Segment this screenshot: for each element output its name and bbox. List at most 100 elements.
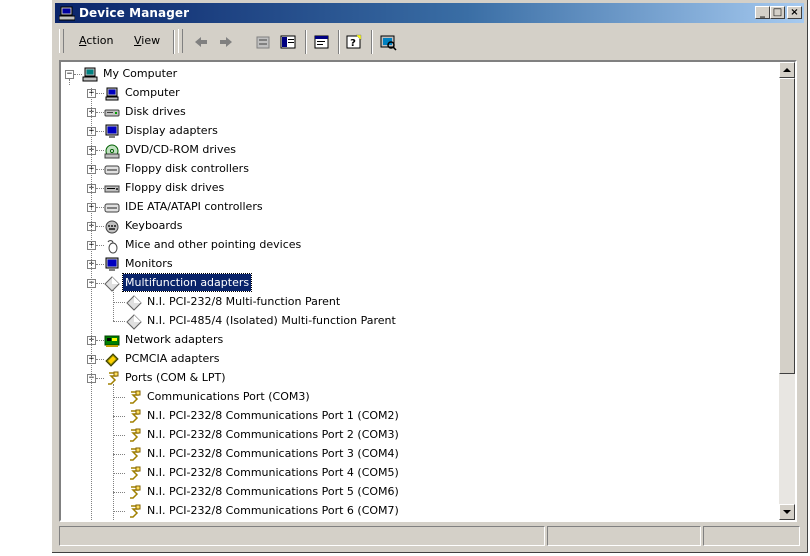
tree-node-category[interactable]: + Disk drives (61, 103, 779, 122)
menu-view[interactable]: View (134, 34, 160, 47)
tree-node-label: Disk drives (125, 105, 186, 118)
back-arrow-icon[interactable] (192, 33, 210, 51)
diamond-icon (126, 314, 142, 330)
tree-node-label: My Computer (103, 67, 178, 80)
tree-node-category[interactable]: + Keyboards (61, 217, 779, 236)
cdrom-icon (104, 144, 120, 159)
diamond-icon (126, 295, 142, 311)
tree-connector (113, 384, 114, 520)
diamond-icon (104, 276, 120, 292)
tree-node-category[interactable]: + Floppy disk controllers (61, 160, 779, 179)
tree-connector (96, 150, 104, 151)
tree-node-device[interactable]: Communications Port (COM3) (61, 388, 779, 407)
close-button[interactable]: × (787, 6, 802, 19)
status-bar (59, 526, 800, 546)
device-tree: − My Computer + Computer + Disk drives + Displa… (61, 62, 779, 520)
tree-connector (74, 74, 82, 75)
device-tree-pane: − My Computer + Computer + Disk drives + Displa… (59, 60, 797, 522)
tree-node-label: N.I. PCI-232/8 Communications Port 6 (CO… (147, 504, 399, 517)
tree-node-category[interactable]: + Computer (61, 84, 779, 103)
menu-view-label: iew (141, 34, 161, 47)
scroll-up-button[interactable] (779, 62, 795, 78)
tree-connector (96, 131, 104, 132)
toolbar: Action View ? (55, 25, 804, 57)
scroll-thumb[interactable] (779, 78, 795, 374)
tree-node-label: Mice and other pointing devices (125, 238, 302, 251)
menu-action-label: ction (86, 34, 114, 47)
selected-node-label: Multifunction adapters (121, 273, 253, 292)
collapse-icon[interactable]: − (65, 70, 74, 79)
port-icon (108, 371, 119, 385)
tree-connector (113, 289, 114, 321)
toolbar-separator (371, 30, 373, 54)
show-hide-console-tree-icon[interactable] (279, 33, 297, 51)
scroll-down-button[interactable] (779, 504, 795, 520)
tree-node-label: N.I. PCI-232/8 Multi-function Parent (147, 295, 341, 308)
tree-connector (113, 302, 125, 303)
window-title: Device Manager (79, 6, 190, 20)
properties-icon[interactable] (313, 33, 331, 51)
title-bar[interactable]: Device Manager _ □ × (55, 3, 804, 23)
port-icon (130, 466, 141, 480)
tree-node-device[interactable]: N.I. PCI-232/8 Communications Port 4 (CO… (61, 464, 779, 483)
tree-connector (91, 88, 92, 520)
toolbar-separator (173, 30, 175, 54)
tree-connector (113, 473, 125, 474)
tree-node-device[interactable]: N.I. PCI-232/8 Multi-function Parent (61, 293, 779, 312)
toolbar-grip[interactable] (59, 29, 64, 53)
tree-node-label: DVD/CD-ROM drives (125, 143, 236, 156)
svg-text:?: ? (350, 38, 356, 49)
tree-node-device[interactable]: N.I. PCI-485/4 (Isolated) Multi-function… (61, 312, 779, 331)
my-computer-icon (82, 67, 98, 82)
help-icon[interactable]: ? (345, 33, 363, 51)
port-icon (130, 409, 141, 423)
tree-node-label: Display adapters (125, 124, 218, 137)
scan-hardware-changes-icon[interactable] (379, 33, 397, 51)
tree-connector (96, 245, 104, 246)
monitor-icon (105, 257, 119, 271)
tree-connector (69, 79, 70, 85)
tree-node-category[interactable]: + Display adapters (61, 122, 779, 141)
tree-connector (113, 511, 125, 512)
tree-node-label: N.I. PCI-232/8 Communications Port 3 (CO… (147, 447, 399, 460)
tree-connector (96, 188, 104, 189)
tree-node-category[interactable]: + DVD/CD-ROM drives (61, 141, 779, 160)
tree-connector (96, 112, 104, 113)
monitor-icon (105, 124, 119, 138)
controller-icon (104, 165, 120, 175)
tree-node-category[interactable]: + PCMCIA adapters (61, 350, 779, 369)
tree-node-category[interactable]: + Monitors (61, 255, 779, 274)
toolbar-grip[interactable] (178, 29, 183, 53)
tree-node-label: N.I. PCI-232/8 Communications Port 5 (CO… (147, 485, 399, 498)
tree-node-category[interactable]: + Floppy disk drives (61, 179, 779, 198)
vertical-scrollbar[interactable] (779, 62, 795, 520)
close-icon: × (790, 7, 799, 18)
menu-action[interactable]: Action (79, 34, 113, 47)
tree-node-device[interactable]: N.I. PCI-232/8 Communications Port 2 (CO… (61, 426, 779, 445)
tree-node-device[interactable]: N.I. PCI-232/8 Communications Port 3 (CO… (61, 445, 779, 464)
tree-node-device[interactable]: N.I. PCI-232/8 Communications Port 5 (CO… (61, 483, 779, 502)
tree-node-label: N.I. PCI-485/4 (Isolated) Multi-function… (147, 314, 396, 327)
tree-node-ports[interactable]: − Ports (COM & LPT) (61, 369, 779, 388)
tree-node-label: Network adapters (125, 333, 224, 346)
tree-node-multifunction-adapters[interactable]: − Multifunction adapters (61, 273, 779, 293)
tree-node-device[interactable]: N.I. PCI-232/8 Communications Port 6 (CO… (61, 502, 779, 520)
up-level-icon[interactable] (254, 33, 272, 51)
tree-connector (96, 207, 104, 208)
minimize-icon: _ (760, 7, 765, 18)
tree-node-label: Ports (COM & LPT) (125, 371, 226, 384)
tree-node-label: N.I. PCI-232/8 Communications Port 4 (CO… (147, 466, 399, 479)
tree-connector (96, 264, 104, 265)
forward-arrow-icon[interactable] (217, 33, 235, 51)
tree-node-my-computer[interactable]: − My Computer (61, 65, 779, 84)
tree-node-category[interactable]: + IDE ATA/ATAPI controllers (61, 198, 779, 217)
tree-node-device[interactable]: N.I. PCI-232/8 Communications Port 1 (CO… (61, 407, 779, 426)
tree-node-category[interactable]: + Network adapters (61, 331, 779, 350)
minimize-button[interactable]: _ (755, 6, 770, 19)
maximize-button[interactable]: □ (770, 6, 785, 19)
maximize-icon: □ (772, 7, 783, 18)
tree-connector (96, 283, 104, 284)
controller-icon (104, 203, 120, 213)
tree-node-label: IDE ATA/ATAPI controllers (125, 200, 263, 213)
tree-node-category[interactable]: + Mice and other pointing devices (61, 236, 779, 255)
